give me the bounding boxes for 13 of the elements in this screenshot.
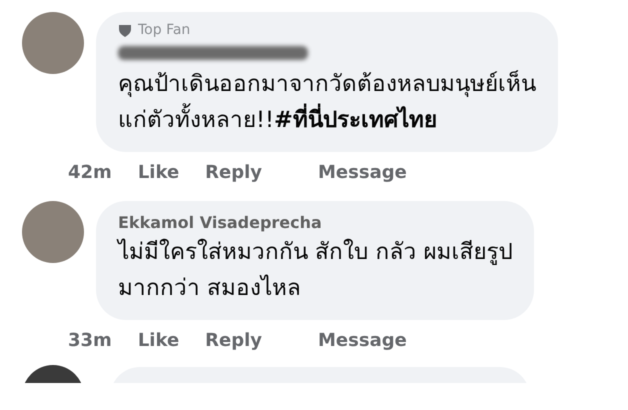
comment-action-link[interactable]: Like bbox=[138, 162, 180, 183]
comment-action-link[interactable]: Message bbox=[318, 162, 407, 183]
shield-icon bbox=[118, 24, 132, 36]
comment-time[interactable]: 33m bbox=[68, 330, 112, 351]
comment-action-link[interactable]: Reply bbox=[205, 330, 262, 351]
comment-action-link[interactable]: Like bbox=[138, 330, 180, 351]
comment-text: ไม่มีใครใส่หมวกกัน สักใบ กลัว ผมเสียรูป มากกว่า สมองไหล bbox=[118, 238, 512, 303]
comment-time[interactable]: 42m bbox=[68, 162, 112, 183]
comment-text: คุณป้าเดินออกมาจากวัดต้องหลบมนุษย์เห็น แก่ตัวทั้งหลาย!!#ที่นี่ประเทศไทย bbox=[118, 69, 536, 135]
author-name[interactable]: Ekkamol Visadeprecha bbox=[118, 213, 512, 232]
comment-action-link[interactable]: Reply bbox=[205, 162, 262, 183]
comment-action-link[interactable]: Message bbox=[318, 330, 407, 351]
badge-label: Top Fan bbox=[138, 22, 190, 38]
